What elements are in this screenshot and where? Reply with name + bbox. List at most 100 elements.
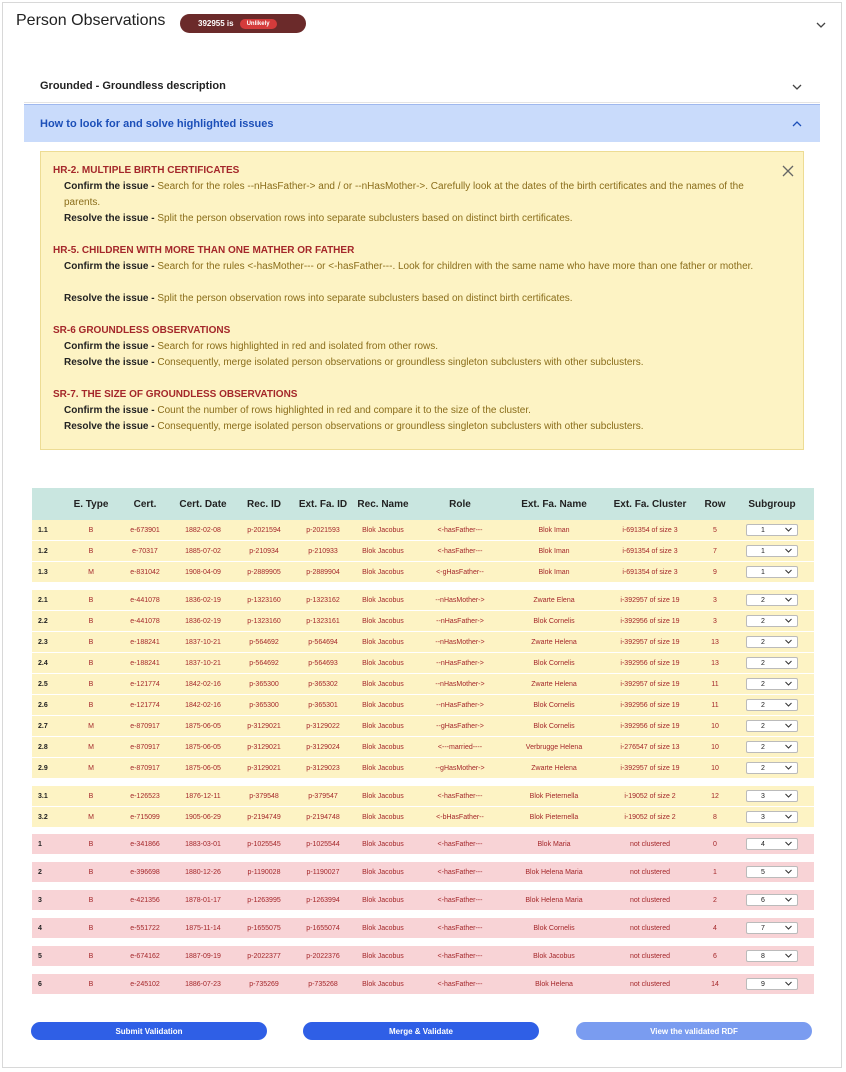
table-cell: i-392957 of size 19 [600, 590, 700, 611]
subgroup-select[interactable]: 1 [746, 566, 798, 578]
subgroup-select[interactable]: 5 [746, 866, 798, 878]
table-cell: i-691354 of size 3 [600, 561, 700, 583]
table-cell: p-379548 [236, 786, 292, 807]
subgroup-select[interactable]: 8 [746, 950, 798, 962]
subgroup-select[interactable]: 3 [746, 790, 798, 802]
column-header: Ext. Fa. ID [292, 488, 354, 520]
subgroup-select[interactable]: 2 [746, 699, 798, 711]
accordion-grounded-description[interactable]: Grounded - Groundless description [24, 70, 820, 103]
view-rdf-button[interactable]: View the validated RDF [576, 1022, 812, 1040]
table-cell: --nHasMother-> [412, 631, 508, 653]
table-cell: 5 [32, 946, 62, 967]
subgroup-value: 1 [761, 568, 765, 576]
table-cell: Blok Pieternella [508, 786, 600, 807]
table-cell: p-1263994 [292, 890, 354, 911]
table-cell: e-421356 [120, 890, 170, 911]
subgroup-select[interactable]: 9 [746, 978, 798, 990]
table-cell: 1 [32, 834, 62, 855]
subgroup-value: 2 [761, 764, 765, 772]
subgroup-select[interactable]: 6 [746, 894, 798, 906]
table-cell: 3 [700, 610, 730, 632]
table-cell: 1878-01-17 [170, 890, 236, 911]
table-cell: e-715099 [120, 806, 170, 828]
subgroup-select[interactable]: 2 [746, 720, 798, 732]
table-cell: Blok Jacobus [354, 715, 412, 737]
close-icon[interactable] [781, 164, 795, 178]
subgroup-select[interactable]: 7 [746, 922, 798, 934]
table-cell: Blok Jacobus [354, 806, 412, 828]
column-header: Row [700, 488, 730, 520]
table-cell: p-1025545 [236, 834, 292, 855]
subgroup-cell: 2 [730, 736, 814, 758]
subgroup-cell: 1 [730, 540, 814, 562]
subgroup-select[interactable]: 2 [746, 657, 798, 669]
table-cell: 1905-06-29 [170, 806, 236, 828]
table-cell: 1837-10-21 [170, 631, 236, 653]
table-cell: 10 [700, 736, 730, 758]
subgroup-value: 2 [761, 596, 765, 604]
chevron-down-icon [785, 981, 792, 988]
table-cell: 3 [700, 590, 730, 611]
table-cell: i-392957 of size 19 [600, 631, 700, 653]
table-cell: <-hasFather--- [412, 918, 508, 939]
table-cell: e-870917 [120, 715, 170, 737]
subgroup-select[interactable]: 2 [746, 615, 798, 627]
subgroup-select[interactable]: 2 [746, 741, 798, 753]
table-cell: p-365300 [236, 694, 292, 716]
chevron-down-icon [785, 793, 792, 800]
table-cell: 2.2 [32, 610, 62, 632]
table-cell: 1887-09-19 [170, 946, 236, 967]
table-cell: p-1655074 [292, 918, 354, 939]
table-cell: i-392956 of size 19 [600, 694, 700, 716]
table-row: 2.2 Be-441078 1836-02-19 p-1323160 p-1323161… [32, 610, 814, 632]
table-cell: 1836-02-19 [170, 610, 236, 632]
table-body: 1.1 Be-673901 1882-02-08 p-2021594 p-2021593… [32, 520, 814, 995]
issues-panel: HR-2. MULTIPLE BIRTH CERTIFICATES Confir… [40, 151, 804, 450]
table-row: 2 Be-396698 1880-12-26 p-1190028 p-1190027 Bl… [32, 862, 814, 883]
table-cell: i-392956 of size 19 [600, 652, 700, 674]
table-cell: 1842-02-16 [170, 694, 236, 716]
table-cell: p-1263995 [236, 890, 292, 911]
subgroup-select[interactable]: 4 [746, 838, 798, 850]
subgroup-select[interactable]: 3 [746, 811, 798, 823]
table-cell: p-3129023 [292, 757, 354, 779]
subgroup-select[interactable]: 2 [746, 636, 798, 648]
subgroup-cell: 2 [730, 590, 814, 611]
subgroup-select[interactable]: 2 [746, 594, 798, 606]
table-cell: Blok Helena Maria [508, 862, 600, 883]
chevron-down-icon [785, 869, 792, 876]
table-cell: p-379547 [292, 786, 354, 807]
collapse-panel-chevron-down-icon[interactable] [816, 20, 826, 30]
table-cell: Zwarte Helena [508, 757, 600, 779]
subgroup-select[interactable]: 1 [746, 524, 798, 536]
subgroup-select[interactable]: 2 [746, 678, 798, 690]
table-cell: p-735268 [292, 974, 354, 995]
table-cell: e-673901 [120, 520, 170, 541]
table-cell: i-392957 of size 19 [600, 757, 700, 779]
accordion-howto[interactable]: How to look for and solve highlighted is… [24, 104, 820, 142]
subgroup-select[interactable]: 1 [746, 545, 798, 557]
table-cell: p-2194748 [292, 806, 354, 828]
table-cell: e-870917 [120, 757, 170, 779]
table-cell: 1908-04-09 [170, 561, 236, 583]
merge-validate-button[interactable]: Merge & Validate [303, 1022, 539, 1040]
table-cell: Blok Jacobus [354, 786, 412, 807]
group-separator [32, 966, 814, 974]
table-cell: p-3129021 [236, 736, 292, 758]
table-cell: --nHasFather-> [412, 694, 508, 716]
subgroup-value: 2 [761, 701, 765, 709]
table-cell: --gHasFather-> [412, 715, 508, 737]
table-cell: Zwarte Elena [508, 590, 600, 611]
table-cell: B [62, 631, 120, 653]
table-row: 1.1 Be-673901 1882-02-08 p-2021594 p-2021593… [32, 520, 814, 541]
subgroup-cell: 2 [730, 694, 814, 716]
group-separator [32, 582, 814, 590]
subgroup-select[interactable]: 2 [746, 762, 798, 774]
table-cell: e-188241 [120, 652, 170, 674]
table-cell: B [62, 610, 120, 632]
table-cell: e-551722 [120, 918, 170, 939]
table-cell: Blok Helena [508, 974, 600, 995]
confirm-label: Confirm the issue - [64, 341, 155, 352]
table-cell: Blok Jacobus [354, 520, 412, 541]
submit-validation-button[interactable]: Submit Validation [31, 1022, 267, 1040]
